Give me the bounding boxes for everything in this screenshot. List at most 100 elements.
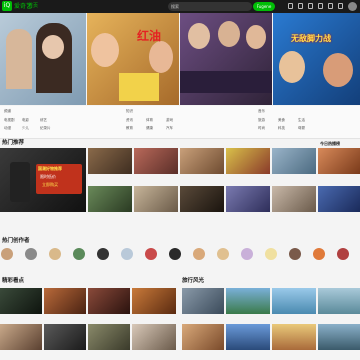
download-icon[interactable] <box>298 3 303 9</box>
category-link[interactable]: 体育 <box>146 118 153 123</box>
video-thumb[interactable] <box>272 148 316 174</box>
category-link[interactable]: 科技 <box>278 126 285 131</box>
nav-link-home[interactable]: 首页 <box>28 2 38 11</box>
creator-card[interactable] <box>92 248 114 261</box>
creator-card[interactable] <box>68 248 90 261</box>
section-title[interactable]: 旅行风光 <box>182 278 204 285</box>
video-thumb[interactable] <box>88 288 130 314</box>
category-link[interactable]: 健康 <box>146 126 153 131</box>
video-thumb[interactable] <box>88 148 132 174</box>
category-link[interactable]: 教育 <box>126 126 133 131</box>
creator-card[interactable] <box>188 248 210 261</box>
category-link[interactable]: 母婴 <box>298 126 305 131</box>
creator-avatar <box>241 248 253 260</box>
video-thumb[interactable] <box>134 148 178 174</box>
history-icon[interactable] <box>288 3 293 9</box>
creator-avatar <box>25 248 37 260</box>
video-thumb[interactable] <box>180 186 224 212</box>
creator-card[interactable] <box>284 248 306 261</box>
search-input[interactable]: 搜索 <box>168 2 252 11</box>
video-thumb[interactable] <box>0 324 42 350</box>
section-title[interactable]: 热门推荐 <box>2 140 24 147</box>
user-avatar[interactable] <box>348 2 357 11</box>
creator-card[interactable] <box>44 248 66 261</box>
creator-card[interactable] <box>308 248 330 261</box>
category-link[interactable]: 综艺 <box>40 118 47 123</box>
video-thumb[interactable] <box>44 288 86 314</box>
video-thumb[interactable] <box>88 186 132 212</box>
video-thumb[interactable] <box>318 148 360 174</box>
vip-icon[interactable] <box>328 3 333 9</box>
category-link[interactable]: 电影 <box>22 118 29 123</box>
video-thumb[interactable] <box>0 288 42 314</box>
search-placeholder: 搜索 <box>171 4 179 9</box>
video-thumb[interactable] <box>226 324 270 350</box>
creator-avatar <box>313 248 325 260</box>
section-title[interactable]: 热门创作者 <box>2 238 30 245</box>
video-thumb[interactable] <box>182 324 224 350</box>
video-thumb[interactable] <box>132 324 176 350</box>
creator-card[interactable] <box>0 248 18 261</box>
category-link[interactable]: 时尚 <box>258 126 265 131</box>
video-thumb[interactable] <box>226 148 270 174</box>
category-panel: 频道 电视剧 电影 综艺 动漫 少儿 纪录片 知识 资讯 体育 游戏 教育 健康… <box>0 106 360 139</box>
top-bar: iQ 爱奇艺 首页 搜索 Fugene <box>0 0 360 13</box>
video-thumb[interactable] <box>134 186 178 212</box>
category-link[interactable]: 汽车 <box>166 126 173 131</box>
video-thumb[interactable] <box>132 288 176 314</box>
hero-banner-1[interactable] <box>0 13 86 105</box>
creator-avatar <box>145 248 157 260</box>
category-link[interactable]: 动漫 <box>4 126 11 131</box>
creator-card[interactable] <box>332 248 354 261</box>
video-thumb[interactable] <box>180 148 224 174</box>
creator-card[interactable] <box>212 248 234 261</box>
video-thumb[interactable] <box>88 324 130 350</box>
hero-overlay-text: 无敌脚力战 <box>291 34 331 43</box>
category-link[interactable]: 音乐 <box>258 109 265 114</box>
category-link[interactable]: 旅游 <box>258 118 265 123</box>
creator-card[interactable] <box>140 248 162 261</box>
creator-avatar <box>49 248 61 260</box>
video-thumb[interactable] <box>318 288 360 314</box>
creator-card[interactable] <box>20 248 42 261</box>
section-title[interactable]: 今日热播榜 <box>320 140 340 147</box>
search-button[interactable]: Fugene <box>253 2 275 11</box>
category-link[interactable]: 美食 <box>278 118 285 123</box>
promo-line-1: 国潮好物推荐 <box>38 166 62 171</box>
category-link[interactable]: 资讯 <box>126 118 133 123</box>
video-thumb[interactable] <box>318 186 360 212</box>
category-link[interactable]: 电视剧 <box>4 118 15 123</box>
creator-card[interactable] <box>164 248 186 261</box>
category-link[interactable]: 少儿 <box>22 126 29 131</box>
creator-card[interactable] <box>116 248 138 261</box>
category-link[interactable]: 游戏 <box>166 118 173 123</box>
category-link[interactable]: 生活 <box>298 118 305 123</box>
video-thumb[interactable] <box>44 324 86 350</box>
video-thumb[interactable] <box>272 288 316 314</box>
section-title[interactable]: 精彩看点 <box>2 278 24 285</box>
video-thumb[interactable] <box>226 186 270 212</box>
category-link[interactable]: 频道 <box>4 109 11 114</box>
message-icon[interactable] <box>318 3 323 9</box>
creator-avatar <box>1 248 13 260</box>
creator-card[interactable] <box>236 248 258 261</box>
video-thumb[interactable] <box>272 186 316 212</box>
video-thumb[interactable] <box>272 324 316 350</box>
hero-banner-2[interactable]: 红油 <box>87 13 179 105</box>
upload-icon[interactable] <box>308 3 313 9</box>
brand-logo[interactable]: iQ <box>2 1 12 11</box>
creator-avatar <box>169 248 181 260</box>
hero-banner-4[interactable]: 无敌脚力战 <box>273 13 360 105</box>
creator-card[interactable] <box>260 248 282 261</box>
app-icon[interactable] <box>338 3 343 9</box>
video-thumb[interactable] <box>318 324 360 350</box>
creator-avatar <box>265 248 277 260</box>
category-link[interactable]: 纪录片 <box>40 126 51 131</box>
video-thumb[interactable] <box>182 288 224 314</box>
category-link[interactable]: 知识 <box>126 109 133 114</box>
creator-avatar <box>289 248 301 260</box>
promo-card[interactable]: 国潮好物推荐 限时低价 立即购买 <box>0 148 86 212</box>
promo-line-2: 限时低价 <box>40 174 56 179</box>
video-thumb[interactable] <box>226 288 270 314</box>
hero-banner-3[interactable] <box>180 13 272 105</box>
